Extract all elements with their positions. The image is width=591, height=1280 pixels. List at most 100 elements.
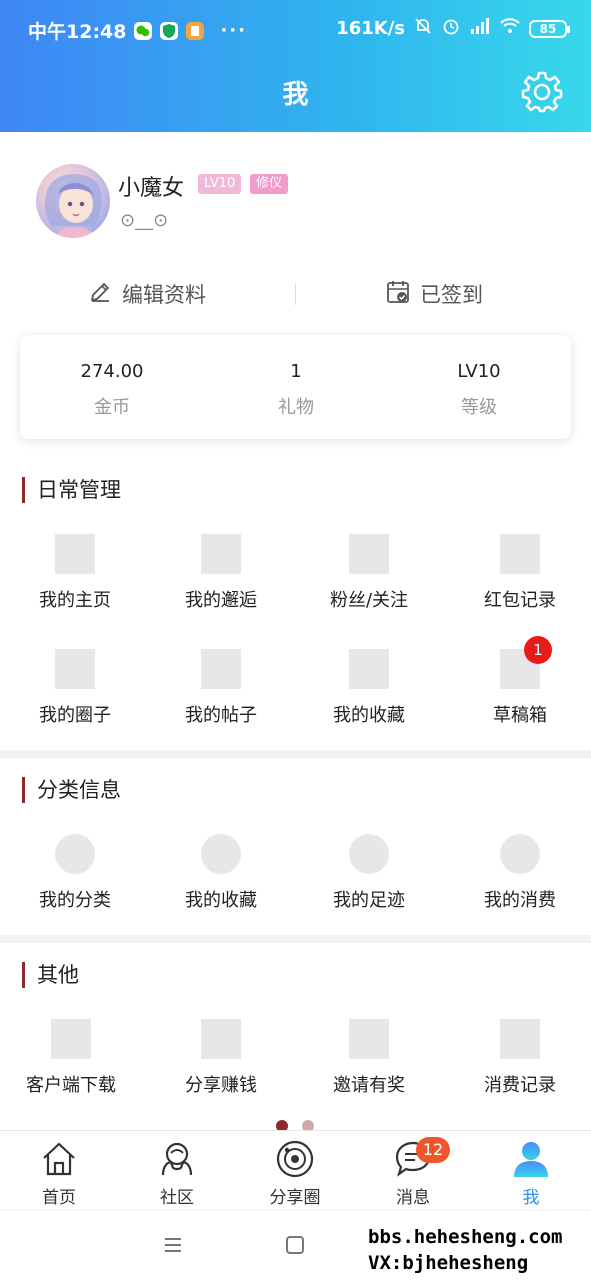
menu-item-fans-follow[interactable]: 粉丝/关注 [294,534,444,614]
menu-item-posts[interactable]: 我的帖子 [146,649,296,729]
invite-icon [349,1019,389,1059]
messages-badge: 12 [416,1137,450,1163]
fans-follow-icon [349,534,389,574]
menu-item-encounters[interactable]: 我的邂逅 [146,534,296,614]
tab-home[interactable]: 首页 [0,1131,118,1211]
stat-label: 金币 [94,397,130,418]
consumption-icon [500,834,540,874]
menu-item-share-earn[interactable]: 分享赚钱 [146,1019,296,1099]
signin-label: 已签到 [420,283,483,307]
pencil-icon [88,280,112,309]
favorites-icon [201,834,241,874]
header-bar: 中午12:48 ··· 161K/s 85 我 [0,0,591,132]
menu-item-label: 我的足迹 [333,890,405,911]
menu-item-label: 消费记录 [484,1075,556,1096]
share-earn-icon [201,1019,241,1059]
stat-value: 274.00 [80,361,144,382]
menu-item-label: 我的主页 [39,590,111,611]
section-title-daily: 日常管理 [22,477,121,503]
tab-profile[interactable]: 我 [472,1131,590,1211]
shield-app-icon [160,21,179,40]
red-packet-icon [500,534,540,574]
footprints-icon [349,834,389,874]
alarm-icon [441,16,461,41]
menu-item-label: 我的消费 [484,890,556,911]
stat-value: 1 [290,361,302,382]
share-circle-icon [275,1139,315,1179]
more-notifications-icon: ··· [220,20,247,41]
username: 小魔女 [118,176,185,201]
watermark-line2: VX:bjhehesheng [368,1252,529,1274]
stat-level[interactable]: LV10 等级 [387,335,571,439]
page-title: 我 [282,80,309,110]
profile-actions: 编辑资料 已签到 [0,277,591,311]
menu-item-label: 邀请有奖 [333,1075,405,1096]
battery-icon: 85 [529,19,570,38]
settings-gear-icon[interactable] [520,70,564,114]
avatar[interactable] [36,164,110,238]
tab-label: 分享圈 [269,1188,321,1208]
menu-item-drafts[interactable]: 草稿箱 1 [445,636,591,729]
menu-item-label: 草稿箱 [493,705,547,726]
menu-item-spending-record[interactable]: 消费记录 [445,1019,591,1099]
title-badge: 修仪 [250,174,289,194]
menu-item-footprints[interactable]: 我的足迹 [294,834,444,914]
menu-item-label: 我的收藏 [333,705,405,726]
menu-item-label: 我的帖子 [185,705,257,726]
signin-button[interactable]: 已签到 [386,277,483,311]
menu-item-label: 我的分类 [39,890,111,911]
tab-messages[interactable]: 12 消息 [354,1131,472,1211]
menu-item-my-categories[interactable]: 我的分类 [0,834,150,914]
menu-item-class-favorites[interactable]: 我的收藏 [146,834,296,914]
status-bar: 中午12:48 ··· 161K/s 85 [0,0,591,56]
menu-item-label: 我的圈子 [39,705,111,726]
section-title-classified: 分类信息 [22,777,121,803]
section-separator [0,750,591,758]
menu-item-label: 我的收藏 [185,890,257,911]
signature: ⊙__⊙ [120,210,169,231]
profile-page: 小魔女 LV10 修仪 ⊙__⊙ 编辑资料 已签到 274.00 金币 1 礼物… [0,132,591,1130]
download-icon [51,1019,91,1059]
menu-item-red-packets[interactable]: 红包记录 [445,534,591,614]
stat-value: LV10 [457,361,501,382]
menu-icon[interactable] [163,1235,183,1259]
tab-label: 消息 [396,1188,430,1208]
signal-icon [469,17,491,40]
menu-item-label: 红包记录 [484,590,556,611]
menu-item-label: 客户端下载 [26,1075,116,1096]
encounters-icon [201,534,241,574]
menu-item-invite-reward[interactable]: 邀请有奖 [294,1019,444,1099]
edit-profile-button[interactable]: 编辑资料 [88,277,206,311]
homepage-icon [55,534,95,574]
stats-card: 274.00 金币 1 礼物 LV10 等级 [20,335,571,439]
menu-item-circles[interactable]: 我的圈子 [0,649,150,729]
menu-item-homepage[interactable]: 我的主页 [0,534,150,614]
mute-icon [413,16,433,41]
stat-gifts[interactable]: 1 礼物 [204,335,388,439]
menu-item-consumption[interactable]: 我的消费 [445,834,591,914]
status-time: 中午12:48 [28,21,127,43]
watermark-line1: bbs.hehesheng.com [368,1226,563,1248]
edit-profile-label: 编辑资料 [122,283,206,307]
wifi-icon [499,17,521,40]
tab-label: 我 [522,1188,540,1208]
circles-icon [55,649,95,689]
action-divider [295,283,296,305]
tab-label: 首页 [42,1188,76,1208]
bottom-tab-bar: 首页 社区 分享圈 12 消息 我 [0,1130,591,1210]
level-badge: LV10 [198,174,242,194]
notes-app-icon [186,21,205,40]
section-separator [0,935,591,943]
menu-item-favorites[interactable]: 我的收藏 [294,649,444,729]
tab-label: 社区 [160,1188,194,1208]
menu-item-client-download[interactable]: 客户端下载 [0,1019,146,1099]
categories-icon [55,834,95,874]
menu-item-label: 粉丝/关注 [329,590,409,611]
community-icon [157,1139,197,1179]
tab-share-circle[interactable]: 分享圈 [236,1131,354,1211]
wechat-icon [134,21,153,40]
home-button-icon[interactable] [285,1235,305,1259]
stat-coins[interactable]: 274.00 金币 [20,335,204,439]
tab-community[interactable]: 社区 [118,1131,236,1211]
menu-item-label: 分享赚钱 [185,1075,257,1096]
